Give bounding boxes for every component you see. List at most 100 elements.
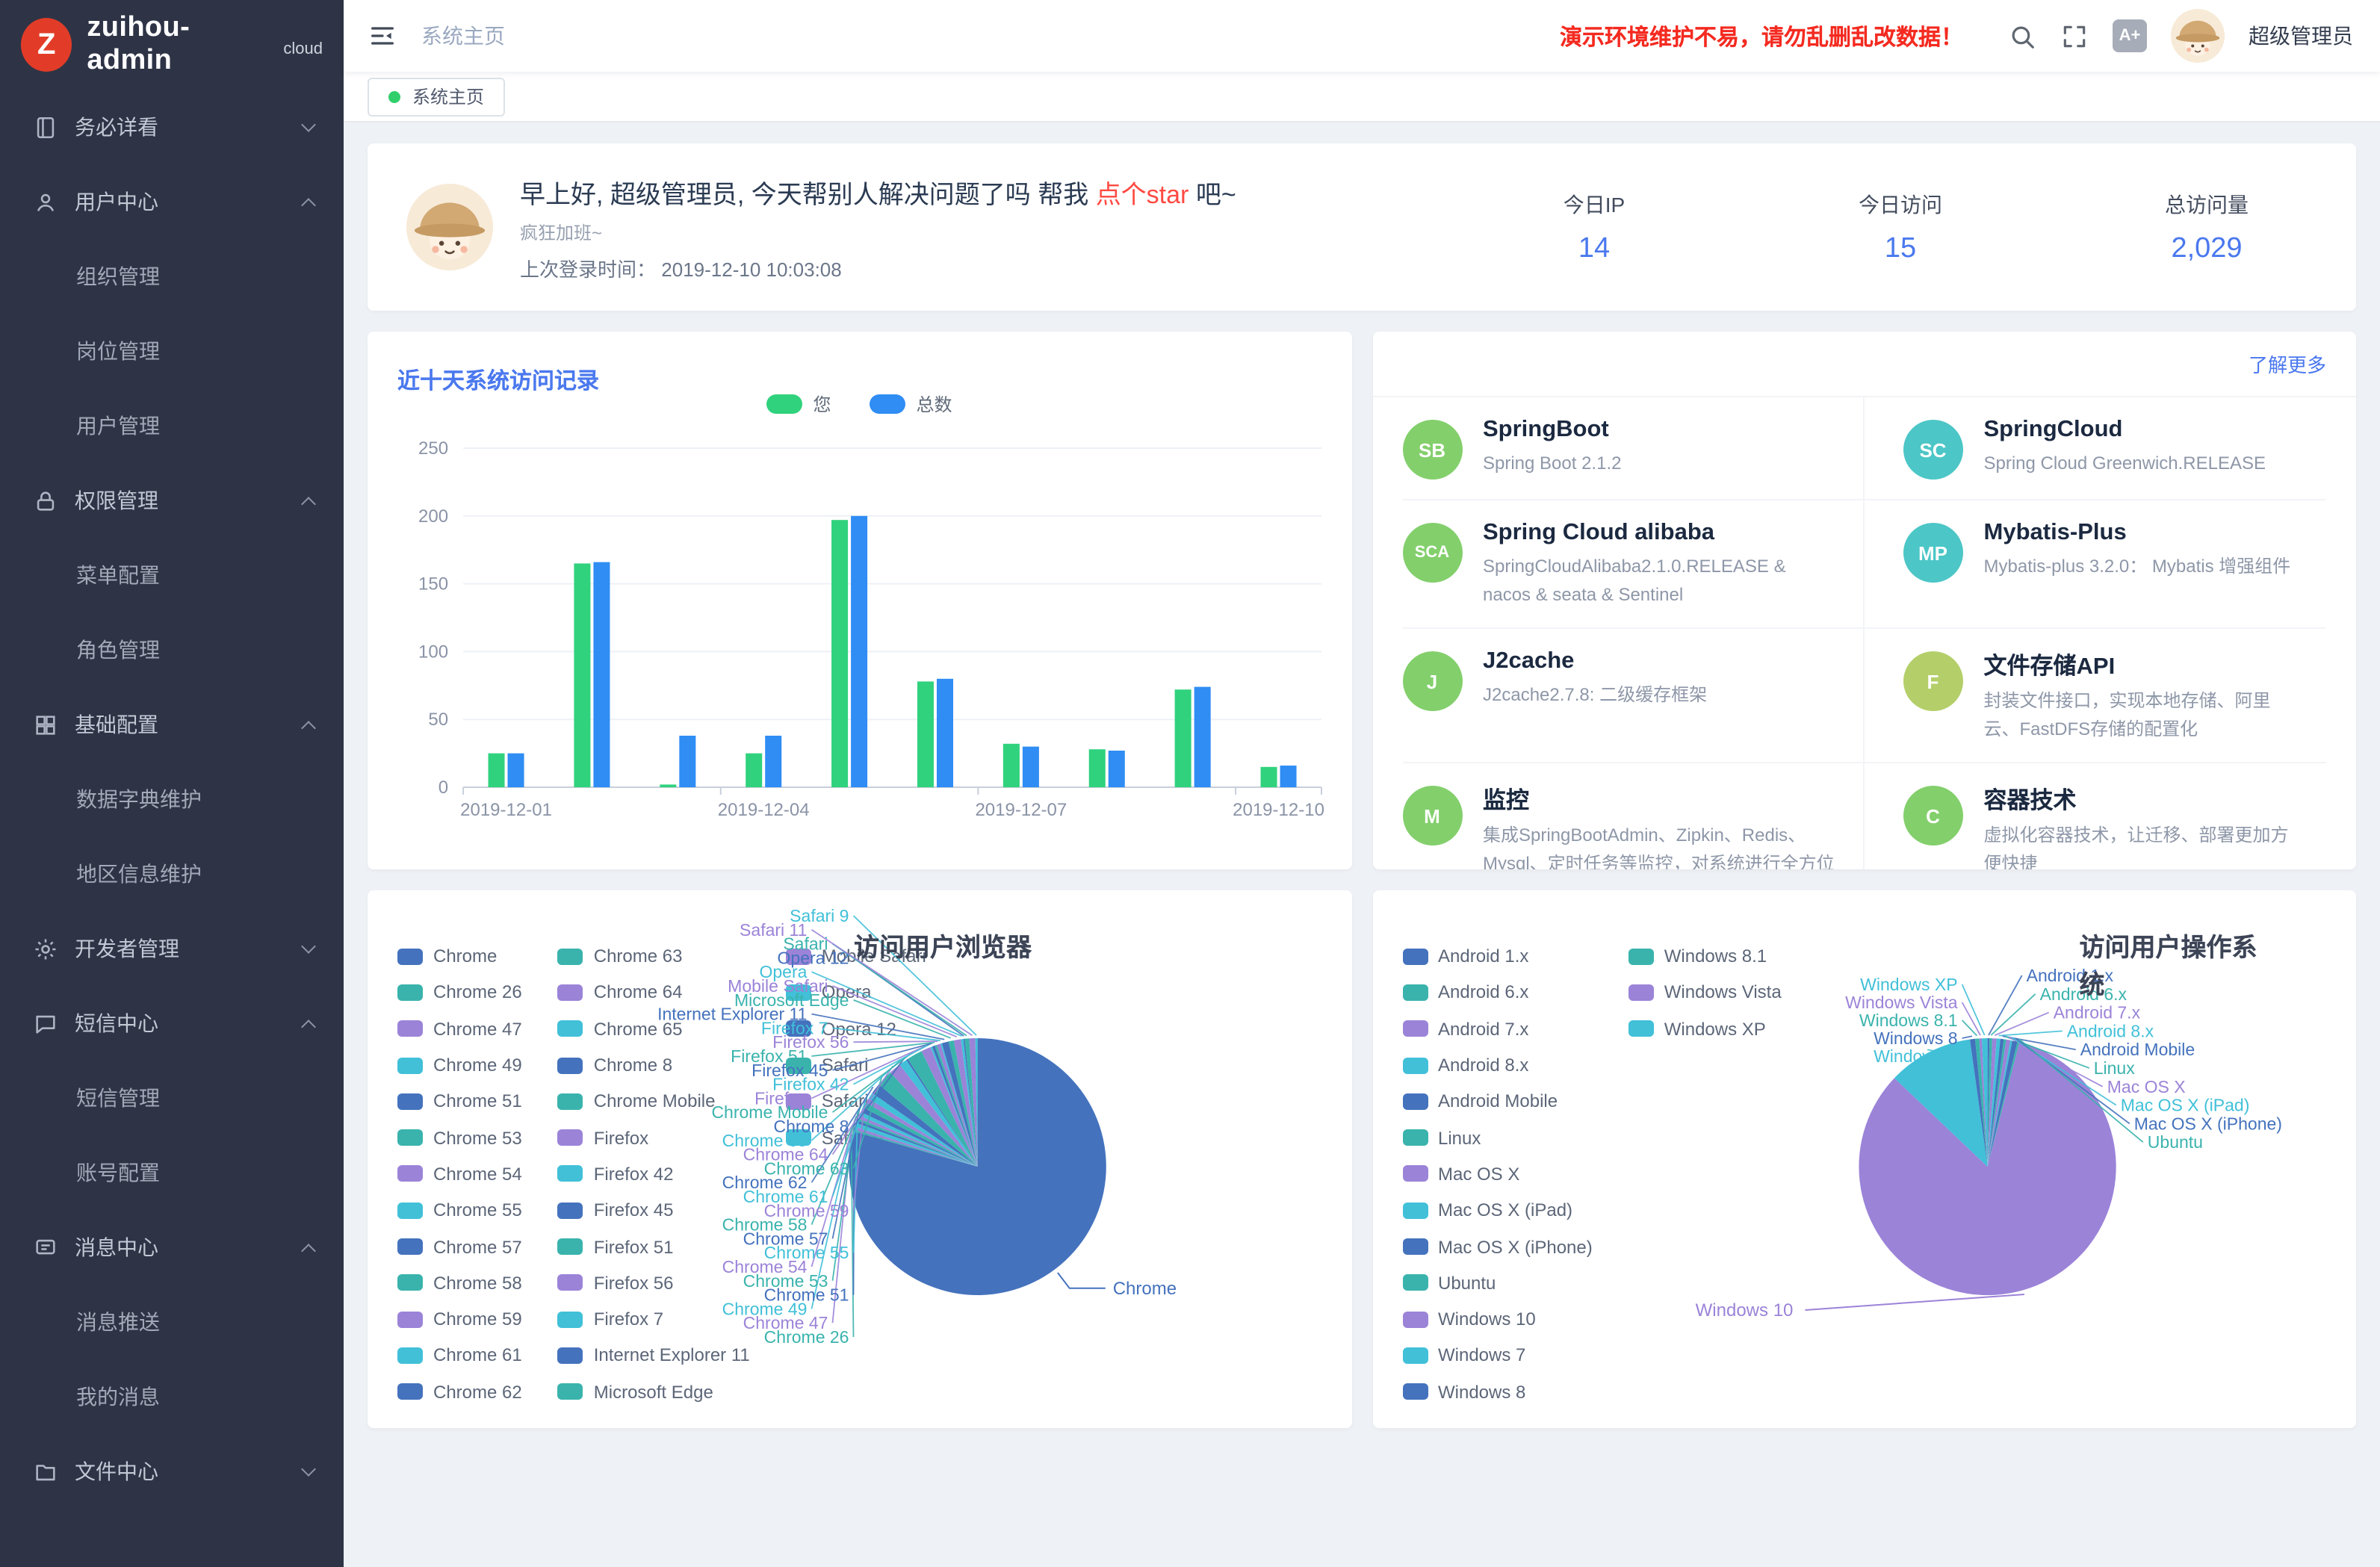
sidebar-subitem[interactable]: 岗位管理 [0,314,344,388]
legend-item[interactable]: Firefox 51 [558,1229,750,1265]
sidebar-subitem[interactable]: 地区信息维护 [0,837,344,911]
legend-item[interactable]: Firefox 42 [558,1156,750,1193]
legend-item[interactable]: Mac OS X [1402,1156,1593,1193]
legend-label: Android Mobile [1438,1091,1558,1112]
search-icon[interactable] [2008,22,2036,50]
tech-name: J2cache [1483,648,1707,675]
avatar[interactable] [2171,9,2225,63]
chevron-down-icon [301,117,316,131]
legend-item[interactable]: Safari [786,1047,926,1084]
legend-item[interactable]: Windows 7 [1402,1338,1593,1374]
legend-item[interactable]: Microsoft Edge [558,1374,750,1410]
sidebar-item-label: 用户中心 [75,187,158,217]
current-user-name[interactable]: 超级管理员 [2249,21,2353,51]
legend-item[interactable]: Chrome 64 [558,975,750,1011]
tab-system-home[interactable]: 系统主页 [368,77,505,116]
legend-item[interactable]: Chrome 57 [397,1229,522,1265]
legend-item[interactable]: Android 7.x [1402,1011,1593,1047]
legend-item[interactable]: Ubuntu [1402,1265,1593,1301]
sidebar-subitem[interactable]: 组织管理 [0,239,344,314]
legend-item[interactable]: Android 1.x [1402,938,1593,975]
sidebar-item[interactable]: 用户中心 [0,164,344,239]
legend-item[interactable]: Android 6.x [1402,975,1593,1011]
demo-warning-text: 演示环境维护不易，请勿乱删乱改数据！ [1560,20,1963,52]
sidebar-subitem[interactable]: 数据字典维护 [0,762,344,837]
sidebar-item[interactable]: 文件中心 [0,1434,344,1509]
legend-item[interactable]: Windows XP [1628,1011,1782,1047]
legend-swatch [1402,1093,1428,1110]
active-tab-dot-icon [388,90,400,102]
legend-item[interactable]: Windows Vista [1628,975,1782,1011]
legend-item[interactable]: Chrome 53 [397,1120,522,1156]
sidebar-subitem[interactable]: 用户管理 [0,388,344,463]
legend-label: Chrome 49 [433,1055,522,1076]
sidebar-item[interactable]: 权限管理 [0,463,344,538]
star-link[interactable]: 点个star [1096,180,1189,208]
legend-item[interactable]: Chrome 49 [397,1047,522,1084]
sidebar-item[interactable]: 消息中心 [0,1210,344,1285]
legend-swatch [397,1238,423,1255]
sidebar-subitem[interactable]: 我的消息 [0,1359,344,1434]
legend-item[interactable]: Chrome 8 [558,1047,750,1084]
legend-item[interactable]: Chrome 54 [397,1156,522,1193]
legend-swatch [558,1202,583,1218]
legend-item[interactable]: Chrome Mobile [558,1083,750,1120]
legend-item[interactable]: Linux [1402,1120,1593,1156]
legend-item[interactable]: Safari 9 [786,1120,926,1156]
sidebar-item[interactable]: 短信中心 [0,986,344,1061]
legend-item[interactable]: Firefox 45 [558,1192,750,1229]
chevron-up-icon [301,197,316,212]
legend-item[interactable]: Chrome 55 [397,1192,522,1229]
legend-item[interactable]: Chrome 65 [558,1011,750,1047]
legend-item[interactable]: Windows 10 [1402,1301,1593,1338]
legend-item[interactable]: Windows 8.1 [1628,938,1782,975]
sidebar-subitem[interactable]: 菜单配置 [0,538,344,612]
legend-item[interactable]: Firefox 56 [558,1265,750,1301]
legend-item[interactable]: Chrome 61 [397,1338,522,1374]
browser-pie-legend: ChromeChrome 26Chrome 47 Chrome 49 Chrome … [397,938,926,1413]
sidebar-subitem[interactable]: 账号配置 [0,1135,344,1210]
legend-item[interactable]: Mac OS X (iPhone) [1402,1229,1593,1265]
sidebar-subitem[interactable]: 短信管理 [0,1061,344,1135]
legend-item[interactable]: Android 8.x [1402,1047,1593,1084]
app-logo[interactable]: Z zuihou-admin cloud [0,0,344,90]
legend-swatch [1402,1057,1428,1073]
legend-item[interactable]: 您 [766,391,831,417]
legend-item[interactable]: Chrome 58 [397,1265,522,1301]
learn-more-link[interactable]: 了解更多 [2249,350,2326,378]
legend-label: Internet Explorer 11 [594,1345,750,1366]
legend-swatch [397,1129,423,1146]
legend-item[interactable]: Opera 12 [786,1011,926,1047]
legend-item[interactable]: Chrome [397,938,522,975]
legend-item[interactable]: Internet Explorer 11 [558,1338,750,1374]
legend-item[interactable]: Chrome 59 [397,1301,522,1338]
legend-item[interactable]: 总数 [870,391,952,417]
legend-item[interactable]: Firefox 7 [558,1301,750,1338]
legend-swatch [1402,1238,1428,1255]
font-size-icon[interactable]: A+ [2113,19,2147,52]
legend-swatch [397,1020,423,1037]
legend-label: Windows 8.1 [1664,946,1767,966]
sidebar-item[interactable]: 务必详看 [0,90,344,164]
svg-text:2019-12-07: 2019-12-07 [975,800,1067,820]
sidebar-item[interactable]: 基础配置 [0,687,344,762]
legend-item[interactable]: Windows 8 [1402,1374,1593,1410]
legend-item[interactable]: Safari 11 [786,1083,926,1120]
sidebar-item-label: 务必详看 [75,112,158,142]
legend-item[interactable]: Chrome 63 [558,938,750,975]
legend-item[interactable]: Chrome 26 [397,975,522,1011]
legend-item[interactable]: Chrome 62 [397,1374,522,1410]
sidebar-subitem[interactable]: 消息推送 [0,1285,344,1359]
svg-text:150: 150 [418,574,448,595]
legend-item[interactable]: Firefox [558,1120,750,1156]
legend-item[interactable]: Chrome 51 [397,1083,522,1120]
legend-item[interactable]: Mac OS X (iPad) [1402,1192,1593,1229]
fullscreen-icon[interactable] [2060,22,2089,50]
legend-item[interactable]: Opera [786,975,926,1011]
sidebar-item[interactable]: 开发者管理 [0,911,344,986]
sidebar-subitem[interactable]: 角色管理 [0,612,344,687]
legend-item[interactable]: Chrome 47 [397,1011,522,1047]
legend-item[interactable]: Android Mobile [1402,1083,1593,1120]
legend-label: Windows 8 [1438,1381,1525,1402]
collapse-menu-icon[interactable] [368,21,397,51]
